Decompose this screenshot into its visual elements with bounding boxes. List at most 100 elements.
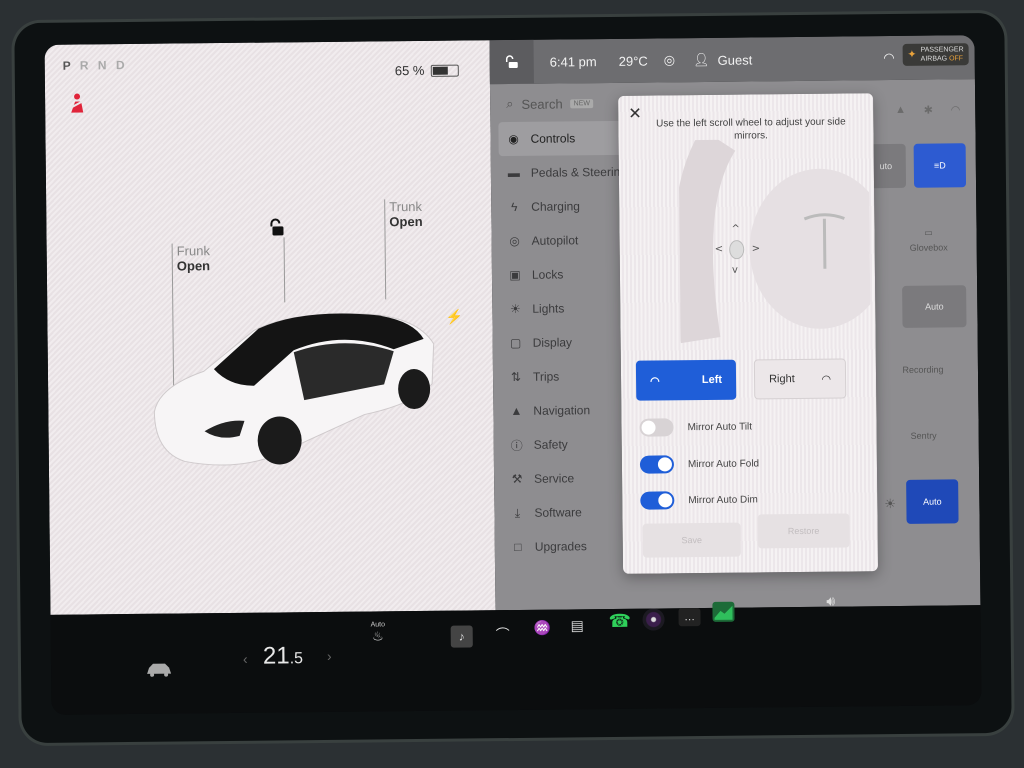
music-app-button[interactable]: ♪ <box>450 625 473 648</box>
gear-indicator: P R N D <box>63 58 128 73</box>
wiper-auto-label: Auto <box>924 301 944 312</box>
gear-p: P <box>62 58 74 73</box>
chart-icon <box>714 605 733 620</box>
search-label: Search <box>521 95 563 112</box>
temp-increase-button[interactable]: › <box>327 648 332 664</box>
right-mirror-button[interactable]: Right ◠ <box>753 358 847 400</box>
alert-icon: ⓘ <box>510 438 523 453</box>
right-mirror-label: Right <box>768 373 795 386</box>
mirror-auto-fold-toggle[interactable] <box>639 455 675 474</box>
bluetooth-icon[interactable]: ✱ <box>924 104 933 117</box>
passenger-airbag-status: ✦ PASSENGER AIRBAG OFF <box>902 43 969 66</box>
scroll-left-icon: < <box>715 244 724 255</box>
right-mirror-icon: ◠ <box>821 373 832 386</box>
lock-icon: ▣ <box>509 267 521 283</box>
mirror-adjust-modal: ✕ Use the left scroll wheel to adjust yo… <box>618 93 879 574</box>
dashcam-recording-button[interactable]: Recording <box>883 349 963 390</box>
charge-port-lightning-icon[interactable]: ⚡ <box>445 309 463 326</box>
mirror-auto-dim-row[interactable]: Mirror Auto Dim <box>640 490 758 510</box>
navigation-icon: ▲ <box>510 403 523 419</box>
steering-wheel-illustration: ^ < > v <box>678 138 871 344</box>
volume-icon: 🔊︎ <box>826 592 836 609</box>
brightness-icon: ☀ <box>884 495 897 512</box>
mirror-auto-dim-label: Mirror Auto Dim <box>688 493 758 506</box>
temp-decrease-button[interactable]: ‹ <box>243 651 248 667</box>
nav-item-label: Software <box>534 505 582 520</box>
sentry-button[interactable]: Sentry <box>883 415 963 456</box>
scroll-wheel-icon <box>729 240 745 260</box>
scroll-right-icon: > <box>752 243 761 254</box>
nav-item-label: Display <box>532 335 573 350</box>
front-wiper-button[interactable]: ⌒ <box>496 624 510 644</box>
trunk-state: Open <box>389 213 423 230</box>
unlocked-icon[interactable] <box>268 218 284 241</box>
trunk-status[interactable]: Trunk Open <box>389 199 423 229</box>
nav-item-label: Autopilot <box>531 233 579 248</box>
car-model-image <box>153 313 435 466</box>
front-defrost-button[interactable]: ♒ <box>534 620 552 637</box>
cabin-temperature[interactable]: 21.5 <box>263 642 303 670</box>
frunk-status[interactable]: Frunk Open <box>177 243 211 273</box>
toggle-knob <box>657 457 673 472</box>
lightning-icon: ϟ <box>510 199 518 215</box>
airbag-line2: AIRBAG <box>920 55 948 63</box>
trips-icon: ⇅ <box>510 369 522 385</box>
glovebox-icon: ▭ <box>924 227 933 238</box>
glovebox-label: Glovebox <box>909 241 948 253</box>
bulb-icon: ☀ <box>509 301 521 317</box>
stocks-app-button[interactable] <box>712 601 735 622</box>
mirror-auto-fold-row[interactable]: Mirror Auto Fold <box>639 454 760 474</box>
scroll-down-icon: v <box>732 265 738 276</box>
mirror-auto-tilt-label: Mirror Auto Tilt <box>687 421 753 433</box>
battery-icon <box>430 64 459 77</box>
headlights-button[interactable]: ≡D <box>913 143 967 188</box>
bell-icon[interactable]: ▲ <box>895 104 906 117</box>
rear-defrost-icon: ▤ <box>570 617 584 634</box>
nav-item-label: Trips <box>532 369 560 384</box>
more-apps-button[interactable]: … <box>678 608 701 627</box>
mirror-auto-fold-label: Mirror Auto Fold <box>687 457 760 470</box>
controls-quick-tiles: ▲ ✱ ◠ uto ≡D ▭ Glovebox Auto Recording S… <box>865 79 981 606</box>
nav-item-label: Controls <box>530 131 576 146</box>
phone-app-button[interactable]: ☎ <box>608 611 631 632</box>
sentry-label: Sentry <box>910 430 937 441</box>
airbag-line1: PASSENGER <box>920 46 964 54</box>
nav-item-label: Safety <box>533 437 568 452</box>
volume-button[interactable]: 🔊︎ <box>826 593 835 610</box>
display-icon: ▢ <box>509 335 522 351</box>
profile-icon[interactable]: 👤︎ <box>693 52 710 68</box>
nav-item-label: Lights <box>532 301 565 316</box>
wifi-small-icon[interactable]: ◠ <box>951 103 961 116</box>
glovebox-button[interactable]: ▭ Glovebox <box>889 199 968 280</box>
mirror-auto-tilt-toggle[interactable] <box>639 418 674 437</box>
frunk-state: Open <box>176 258 211 274</box>
bag-icon: □ <box>514 539 522 554</box>
wrench-icon: ⚒ <box>511 471 523 487</box>
brightness-auto-button[interactable]: Auto <box>906 479 959 524</box>
restore-button[interactable]: Restore <box>757 513 850 549</box>
profile-name[interactable]: Guest <box>718 52 753 67</box>
lock-toggle-button[interactable] <box>489 39 534 85</box>
wifi-icon[interactable]: ◠ <box>883 50 895 66</box>
mirror-auto-dim-toggle[interactable] <box>640 491 675 510</box>
save-button[interactable]: Save <box>642 522 741 558</box>
left-mirror-button[interactable]: ◠ Left <box>635 359 737 401</box>
airbag-state: OFF <box>949 55 964 63</box>
front-defrost-icon: ♒ <box>533 619 552 636</box>
gear-r: R <box>79 58 92 73</box>
toggle-knob <box>641 420 656 435</box>
airbag-icon: ✦ <box>907 48 917 61</box>
nav-item-label: Charging <box>531 199 581 214</box>
mirror-auto-tilt-row[interactable]: Mirror Auto Tilt <box>639 418 752 437</box>
nav-item-label: Locks <box>531 267 564 282</box>
car-icon <box>147 663 172 677</box>
more-icon: … <box>683 611 696 624</box>
camera-app-button[interactable] <box>642 608 665 631</box>
rear-defrost-button[interactable]: ▤ <box>571 617 584 634</box>
seat-heater-button[interactable]: Auto ♨ <box>371 621 386 644</box>
wiper-auto-button[interactable]: Auto <box>902 285 967 328</box>
car-controls-button[interactable] <box>145 662 173 683</box>
homelink-icon[interactable]: ◎ <box>664 52 676 68</box>
steering-wheel-icon: ◎ <box>509 233 520 249</box>
search-icon: ⌕ <box>506 95 514 112</box>
